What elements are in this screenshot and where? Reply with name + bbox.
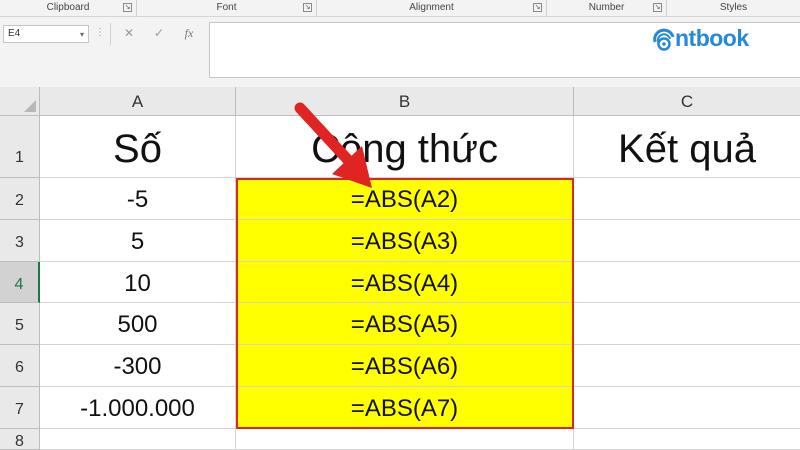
cell-a1[interactable]: Số (40, 116, 236, 178)
insert-function-icon[interactable]: fx (181, 26, 197, 41)
column-header-c[interactable]: C (574, 87, 800, 116)
ribbon-group-label: Alignment (409, 2, 454, 13)
ribbon-group-bar: Clipboard ↘ Font ↘ Alignment ↘ Number ↘ … (0, 0, 800, 17)
column-header-a[interactable]: A (40, 87, 236, 116)
cell-c3[interactable] (574, 220, 800, 262)
enter-icon[interactable]: ✓ (151, 26, 167, 40)
cell-b7[interactable]: =ABS(A7) (236, 387, 574, 429)
row-header-5[interactable]: 5 (0, 303, 40, 345)
cell-a7[interactable]: -1.000.000 (40, 387, 236, 429)
cell-a5[interactable]: 500 (40, 303, 236, 345)
row-header-6[interactable]: 6 (0, 345, 40, 387)
row-header-4[interactable]: 4 (0, 262, 40, 303)
row-header-8[interactable]: 8 (0, 429, 40, 450)
cell-a4[interactable]: 10 (40, 262, 236, 303)
column-header-b[interactable]: B (236, 87, 574, 116)
cell-b3[interactable]: =ABS(A3) (236, 220, 574, 262)
cell-c4[interactable] (574, 262, 800, 303)
cell-a8[interactable] (40, 429, 236, 450)
ribbon-group-font: Font ↘ (137, 0, 317, 17)
chevron-down-icon[interactable]: ▾ (80, 30, 84, 39)
ribbon-group-number: Number ↘ (547, 0, 667, 17)
cell-c8[interactable] (574, 429, 800, 450)
row-header-2[interactable]: 2 (0, 178, 40, 220)
cell-c1[interactable]: Kết quả (574, 116, 800, 178)
cancel-icon[interactable]: ✕ (121, 26, 137, 40)
cell-b6[interactable]: =ABS(A6) (236, 345, 574, 387)
ribbon-group-clipboard: Clipboard ↘ (0, 0, 137, 17)
ribbon-group-label: Clipboard (46, 2, 90, 13)
cell-b4[interactable]: =ABS(A4) (236, 262, 574, 303)
cell-b8[interactable] (236, 429, 574, 450)
ribbon-group-label: Styles (719, 2, 748, 13)
clipboard-dialog-launcher-icon[interactable]: ↘ (123, 3, 132, 12)
cell-a2[interactable]: -5 (40, 178, 236, 220)
name-box[interactable]: E4 ▾ (3, 25, 89, 43)
logo-mark-icon (653, 28, 675, 51)
name-box-value: E4 (8, 28, 21, 39)
number-dialog-launcher-icon[interactable]: ↘ (653, 3, 662, 12)
formula-bar-divider (110, 23, 111, 45)
ribbon-group-label: Number (588, 2, 625, 13)
cell-b5[interactable]: =ABS(A5) (236, 303, 574, 345)
ribbon-group-styles: Styles (667, 0, 800, 17)
resize-handle-icon[interactable]: ⋮ (95, 27, 105, 38)
cell-b2[interactable]: =ABS(A2) (236, 178, 574, 220)
alignment-dialog-launcher-icon[interactable]: ↘ (533, 3, 542, 12)
select-all-button[interactable] (0, 87, 40, 116)
cell-a3[interactable]: 5 (40, 220, 236, 262)
cell-c7[interactable] (574, 387, 800, 429)
ribbon-group-alignment: Alignment ↘ (317, 0, 547, 17)
cell-a6[interactable]: -300 (40, 345, 236, 387)
cell-c2[interactable] (574, 178, 800, 220)
cell-b1[interactable]: Công thức (236, 116, 574, 178)
logo-text: ntbook (675, 25, 749, 51)
ntbook-logo: ntbook (651, 25, 771, 52)
font-dialog-launcher-icon[interactable]: ↘ (303, 3, 312, 12)
row-header-3[interactable]: 3 (0, 220, 40, 262)
row-header-1[interactable]: 1 (0, 116, 40, 178)
row-header-7[interactable]: 7 (0, 387, 40, 429)
cell-c5[interactable] (574, 303, 800, 345)
ribbon-group-label: Font (216, 2, 237, 13)
cell-c6[interactable] (574, 345, 800, 387)
